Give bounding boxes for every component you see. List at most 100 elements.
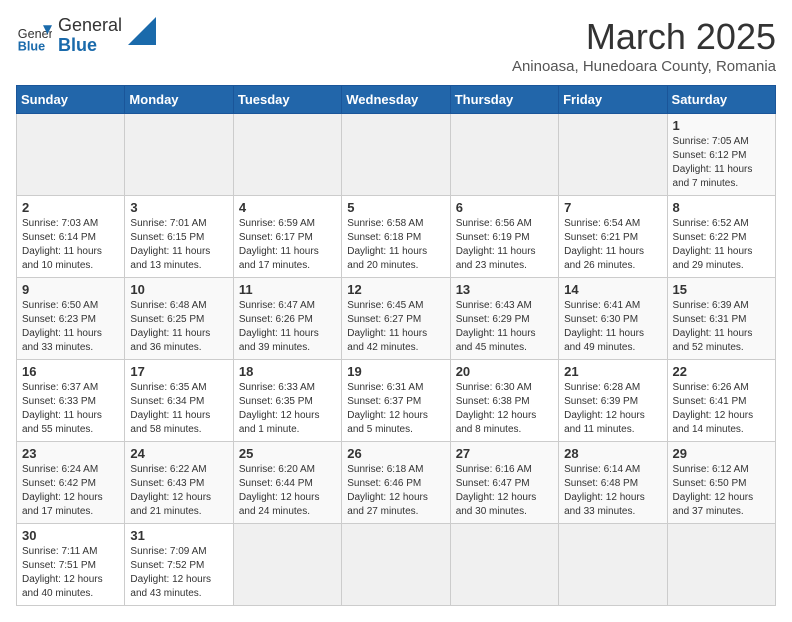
calendar-cell: 13Sunrise: 6:43 AM Sunset: 6:29 PM Dayli… — [450, 278, 558, 360]
month-title: March 2025 — [512, 16, 776, 58]
calendar-cell: 1Sunrise: 7:05 AM Sunset: 6:12 PM Daylig… — [667, 114, 775, 196]
day-number: 6 — [456, 200, 553, 215]
weekday-header-wednesday: Wednesday — [342, 86, 450, 114]
calendar-cell: 15Sunrise: 6:39 AM Sunset: 6:31 PM Dayli… — [667, 278, 775, 360]
day-info: Sunrise: 6:35 AM Sunset: 6:34 PM Dayligh… — [130, 381, 227, 437]
calendar-cell — [342, 524, 450, 606]
calendar-week-3: 9 Sunrise: 6:50 AM Sunset: 6:23 PM Daylig… — [17, 278, 776, 360]
calendar-cell: 27Sunrise: 6:16 AM Sunset: 6:47 PM Dayli… — [450, 442, 558, 524]
calendar-cell: 29 Sunrise: 6:12 AM Sunset: 6:50 PM Dayli… — [667, 442, 775, 524]
weekday-header-monday: Monday — [125, 86, 233, 114]
day-info: Sunrise: 6:28 AM Sunset: 6:39 PM Dayligh… — [564, 381, 661, 437]
day-info: Sunrise: 6:54 AM Sunset: 6:21 PM Dayligh… — [564, 217, 661, 273]
calendar-cell: 4Sunrise: 6:59 AM Sunset: 6:17 PM Daylig… — [233, 196, 341, 278]
day-number: 25 — [239, 446, 336, 461]
day-info: Sunrise: 6:47 AM Sunset: 6:26 PM Dayligh… — [239, 299, 336, 355]
calendar-cell — [450, 524, 558, 606]
day-info: Sunrise: 6:26 AM Sunset: 6:41 PM Dayligh… — [673, 381, 770, 437]
day-info: Sunrise: 6:52 AM Sunset: 6:22 PM Dayligh… — [673, 217, 770, 273]
logo-general-text: General — [58, 16, 122, 36]
page-header: General Blue General Blue March 2025 Ani… — [16, 16, 776, 75]
calendar-week-2: 2 Sunrise: 7:03 AM Sunset: 6:14 PM Daylig… — [17, 196, 776, 278]
logo-icon: General Blue — [16, 18, 52, 54]
day-number: 24 — [130, 446, 227, 461]
calendar-cell — [559, 114, 667, 196]
calendar-cell — [233, 524, 341, 606]
calendar-cell — [125, 114, 233, 196]
day-number: 26 — [347, 446, 444, 461]
day-info: Sunrise: 6:50 AM Sunset: 6:23 PM Dayligh… — [22, 299, 119, 355]
day-number: 3 — [130, 200, 227, 215]
day-info: Sunrise: 6:45 AM Sunset: 6:27 PM Dayligh… — [347, 299, 444, 355]
weekday-row: SundayMondayTuesdayWednesdayThursdayFrid… — [17, 86, 776, 114]
calendar-cell: 7 Sunrise: 6:54 AM Sunset: 6:21 PM Daylig… — [559, 196, 667, 278]
day-info: Sunrise: 7:09 AM Sunset: 7:52 PM Dayligh… — [130, 545, 227, 601]
day-info: Sunrise: 6:56 AM Sunset: 6:19 PM Dayligh… — [456, 217, 553, 273]
calendar-cell: 11Sunrise: 6:47 AM Sunset: 6:26 PM Dayli… — [233, 278, 341, 360]
calendar-cell: 6 Sunrise: 6:56 AM Sunset: 6:19 PM Daylig… — [450, 196, 558, 278]
calendar-cell: 30 Sunrise: 7:11 AM Sunset: 7:51 PM Dayli… — [17, 524, 125, 606]
weekday-header-sunday: Sunday — [17, 86, 125, 114]
day-number: 28 — [564, 446, 661, 461]
calendar-cell: 17 Sunrise: 6:35 AM Sunset: 6:34 PM Dayli… — [125, 360, 233, 442]
day-number: 7 — [564, 200, 661, 215]
title-area: March 2025 Aninoasa, Hunedoara County, R… — [512, 16, 776, 75]
calendar-cell: 23Sunrise: 6:24 AM Sunset: 6:42 PM Dayli… — [17, 442, 125, 524]
logo: General Blue General Blue — [16, 16, 156, 56]
day-number: 21 — [564, 364, 661, 379]
day-info: Sunrise: 6:30 AM Sunset: 6:38 PM Dayligh… — [456, 381, 553, 437]
day-info: Sunrise: 6:31 AM Sunset: 6:37 PM Dayligh… — [347, 381, 444, 437]
day-info: Sunrise: 6:14 AM Sunset: 6:48 PM Dayligh… — [564, 463, 661, 519]
day-number: 30 — [22, 528, 119, 543]
calendar-cell: 22 Sunrise: 6:26 AM Sunset: 6:41 PM Dayli… — [667, 360, 775, 442]
day-number: 29 — [673, 446, 770, 461]
day-info: Sunrise: 6:20 AM Sunset: 6:44 PM Dayligh… — [239, 463, 336, 519]
day-number: 19 — [347, 364, 444, 379]
calendar-cell: 24 Sunrise: 6:22 AM Sunset: 6:43 PM Dayli… — [125, 442, 233, 524]
day-number: 17 — [130, 364, 227, 379]
calendar-cell: 25 Sunrise: 6:20 AM Sunset: 6:44 PM Dayli… — [233, 442, 341, 524]
day-number: 4 — [239, 200, 336, 215]
day-number: 15 — [673, 282, 770, 297]
weekday-header-friday: Friday — [559, 86, 667, 114]
day-number: 1 — [673, 118, 770, 133]
calendar-cell: 8 Sunrise: 6:52 AM Sunset: 6:22 PM Daylig… — [667, 196, 775, 278]
day-number: 13 — [456, 282, 553, 297]
day-info: Sunrise: 6:12 AM Sunset: 6:50 PM Dayligh… — [673, 463, 770, 519]
day-info: Sunrise: 7:01 AM Sunset: 6:15 PM Dayligh… — [130, 217, 227, 273]
day-info: Sunrise: 7:11 AM Sunset: 7:51 PM Dayligh… — [22, 545, 119, 601]
calendar-cell: 26Sunrise: 6:18 AM Sunset: 6:46 PM Dayli… — [342, 442, 450, 524]
svg-text:Blue: Blue — [18, 39, 45, 53]
day-info: Sunrise: 6:33 AM Sunset: 6:35 PM Dayligh… — [239, 381, 336, 437]
calendar-cell: 14Sunrise: 6:41 AM Sunset: 6:30 PM Dayli… — [559, 278, 667, 360]
day-number: 8 — [673, 200, 770, 215]
calendar-cell — [667, 524, 775, 606]
day-number: 20 — [456, 364, 553, 379]
calendar-cell: 9 Sunrise: 6:50 AM Sunset: 6:23 PM Daylig… — [17, 278, 125, 360]
calendar-cell — [342, 114, 450, 196]
day-info: Sunrise: 7:03 AM Sunset: 6:14 PM Dayligh… — [22, 217, 119, 273]
day-info: Sunrise: 6:37 AM Sunset: 6:33 PM Dayligh… — [22, 381, 119, 437]
calendar-cell — [17, 114, 125, 196]
calendar-cell: 31 Sunrise: 7:09 AM Sunset: 7:52 PM Dayli… — [125, 524, 233, 606]
weekday-header-thursday: Thursday — [450, 86, 558, 114]
day-number: 22 — [673, 364, 770, 379]
day-info: Sunrise: 6:22 AM Sunset: 6:43 PM Dayligh… — [130, 463, 227, 519]
calendar-cell: 21 Sunrise: 6:28 AM Sunset: 6:39 PM Dayli… — [559, 360, 667, 442]
calendar-cell: 18Sunrise: 6:33 AM Sunset: 6:35 PM Dayli… — [233, 360, 341, 442]
day-info: Sunrise: 6:58 AM Sunset: 6:18 PM Dayligh… — [347, 217, 444, 273]
day-number: 23 — [22, 446, 119, 461]
day-number: 14 — [564, 282, 661, 297]
calendar-cell: 3 Sunrise: 7:01 AM Sunset: 6:15 PM Daylig… — [125, 196, 233, 278]
day-number: 2 — [22, 200, 119, 215]
day-number: 12 — [347, 282, 444, 297]
calendar-cell: 28 Sunrise: 6:14 AM Sunset: 6:48 PM Dayli… — [559, 442, 667, 524]
calendar-body: 1Sunrise: 7:05 AM Sunset: 6:12 PM Daylig… — [17, 114, 776, 606]
calendar-table: SundayMondayTuesdayWednesdayThursdayFrid… — [16, 85, 776, 606]
calendar-cell — [233, 114, 341, 196]
weekday-header-tuesday: Tuesday — [233, 86, 341, 114]
day-number: 31 — [130, 528, 227, 543]
calendar-week-6: 30 Sunrise: 7:11 AM Sunset: 7:51 PM Dayli… — [17, 524, 776, 606]
day-info: Sunrise: 6:48 AM Sunset: 6:25 PM Dayligh… — [130, 299, 227, 355]
day-number: 9 — [22, 282, 119, 297]
